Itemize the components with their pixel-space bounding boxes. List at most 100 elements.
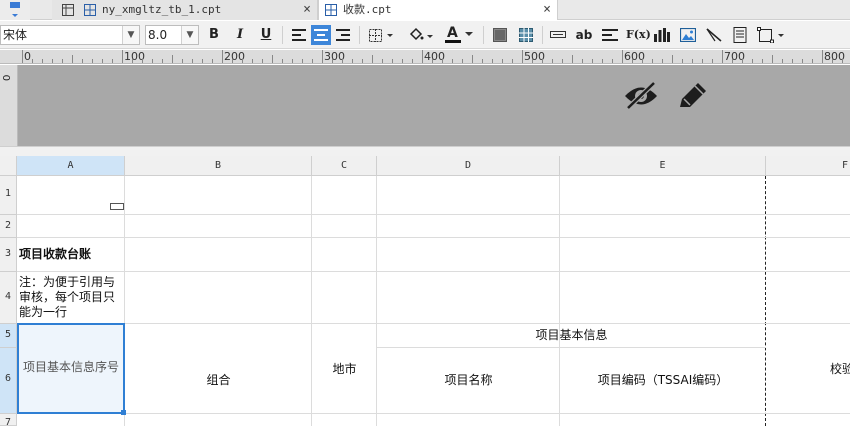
ruler-minor-tick bbox=[42, 59, 43, 63]
ruler-minor-tick bbox=[52, 59, 53, 63]
cell-e6[interactable]: 项目编码（TSSAI编码） bbox=[560, 373, 766, 388]
insert-text-button[interactable]: ab bbox=[574, 25, 594, 45]
align-left-icon bbox=[292, 29, 306, 41]
ruler-major-tick bbox=[222, 50, 223, 63]
border-button[interactable] bbox=[366, 25, 396, 45]
fill-color-button[interactable] bbox=[406, 25, 436, 45]
ruler-minor-tick bbox=[512, 59, 513, 63]
ruler-minor-tick bbox=[152, 59, 153, 63]
document-icon bbox=[733, 27, 747, 43]
ruler-minor-tick bbox=[462, 59, 463, 63]
cell-a4[interactable]: 注：为便于引用与审核，每个项目只能为一行 bbox=[19, 275, 124, 320]
cell-c5[interactable]: 地市 bbox=[312, 362, 377, 377]
ruler-minor-tick bbox=[792, 59, 793, 63]
ruler-minor-tick bbox=[292, 59, 293, 63]
cell-style-button[interactable] bbox=[490, 25, 510, 45]
column-header-e[interactable]: E bbox=[560, 156, 766, 176]
row-header-6[interactable]: 6 bbox=[0, 348, 17, 414]
column-header-a[interactable]: A bbox=[17, 156, 125, 176]
row-header-5[interactable]: 5 bbox=[0, 324, 17, 348]
underline-button[interactable]: U bbox=[256, 25, 276, 45]
select-all-corner[interactable] bbox=[0, 156, 17, 176]
insert-image-button[interactable] bbox=[678, 25, 698, 45]
format-toolbar: 宋体 ▼ 8.0 ▼ B I U A ab F(x) bbox=[0, 21, 850, 49]
font-size-select[interactable]: 8.0 ▼ bbox=[145, 25, 199, 45]
align-left-button[interactable] bbox=[289, 25, 309, 45]
hide-eye-icon[interactable] bbox=[623, 81, 659, 111]
ruler-major-tick bbox=[522, 50, 523, 63]
tab-file-1[interactable]: ny_xmgltz_tb_1.cpt × bbox=[52, 0, 318, 20]
ruler-minor-tick bbox=[452, 59, 453, 63]
vertical-ruler-label: 0 bbox=[2, 74, 13, 81]
ruler-minor-tick bbox=[242, 59, 243, 63]
ruler-minor-tick bbox=[192, 59, 193, 63]
cell-f6[interactable]: 校验 bbox=[830, 362, 850, 377]
ruler-minor-tick bbox=[32, 59, 33, 63]
grid-icon bbox=[62, 4, 74, 16]
ruler-minor-tick bbox=[632, 59, 633, 63]
font-family-select[interactable]: 宋体 ▼ bbox=[0, 25, 140, 45]
ruler-minor-tick bbox=[542, 59, 543, 63]
insert-slash-button[interactable] bbox=[704, 25, 724, 45]
table-icon bbox=[519, 28, 533, 42]
ruler-minor-tick bbox=[802, 59, 803, 63]
ruler-minor-tick bbox=[372, 55, 373, 63]
template-icon bbox=[84, 4, 96, 16]
align-right-button[interactable] bbox=[333, 25, 353, 45]
ruler-minor-tick bbox=[702, 59, 703, 63]
column-header-d[interactable]: D bbox=[377, 156, 560, 176]
insert-rich-text-button[interactable] bbox=[600, 25, 620, 45]
new-file-dropdown[interactable] bbox=[0, 0, 30, 20]
bold-button[interactable]: B bbox=[204, 25, 224, 45]
ruler-minor-tick bbox=[412, 59, 413, 63]
ruler-minor-tick bbox=[142, 59, 143, 63]
row-header-4[interactable]: 4 bbox=[0, 272, 17, 324]
ruler-minor-tick bbox=[92, 59, 93, 63]
frame-button[interactable] bbox=[756, 25, 786, 45]
ruler-minor-tick bbox=[812, 59, 813, 63]
align-center-button[interactable] bbox=[311, 25, 331, 45]
ruler-minor-tick bbox=[262, 59, 263, 63]
column-header-f[interactable]: F bbox=[766, 156, 850, 176]
ruler-minor-tick bbox=[392, 59, 393, 63]
text-color-button[interactable]: A bbox=[443, 25, 477, 45]
ruler-minor-tick bbox=[832, 59, 833, 63]
ruler-minor-tick bbox=[282, 59, 283, 63]
report-header-area bbox=[0, 65, 850, 146]
insert-cell-button[interactable] bbox=[548, 25, 568, 45]
ruler-minor-tick bbox=[332, 59, 333, 63]
ruler-minor-tick bbox=[712, 59, 713, 63]
cell-a5-label: 项目基本信息序号 bbox=[22, 360, 119, 374]
ruler-minor-tick bbox=[552, 59, 553, 63]
cell-widget-icon[interactable] bbox=[110, 203, 124, 210]
cell-a3[interactable]: 项目收款台账 bbox=[19, 247, 123, 262]
tab-file-2[interactable]: 收款.cpt × bbox=[318, 0, 558, 20]
close-icon[interactable]: × bbox=[543, 0, 551, 20]
tab-bar: ny_xmgltz_tb_1.cpt × 收款.cpt × bbox=[0, 0, 850, 20]
selection-handle[interactable] bbox=[121, 410, 126, 415]
insert-chart-button[interactable] bbox=[652, 25, 672, 45]
ruler-minor-tick bbox=[492, 59, 493, 63]
ruler-minor-tick bbox=[162, 59, 163, 63]
align-right-icon bbox=[336, 29, 350, 41]
row-header-3[interactable]: 3 bbox=[0, 238, 17, 272]
cell-d5[interactable]: 项目基本信息 bbox=[377, 328, 766, 343]
align-center-icon bbox=[314, 29, 328, 41]
paint-bucket-icon bbox=[409, 27, 433, 41]
cell-b6[interactable]: 组合 bbox=[125, 373, 312, 388]
new-file-icon bbox=[10, 2, 20, 17]
ruler-major-tick bbox=[422, 50, 423, 63]
italic-button[interactable]: I bbox=[230, 25, 250, 45]
row-header-1[interactable]: 1 bbox=[0, 176, 17, 215]
close-icon[interactable]: × bbox=[303, 0, 311, 20]
table-button[interactable] bbox=[516, 25, 536, 45]
row-header-7[interactable]: 7 bbox=[0, 414, 17, 428]
insert-subreport-button[interactable] bbox=[730, 25, 750, 45]
column-header-b[interactable]: B bbox=[125, 156, 312, 176]
edit-pencil-icon[interactable] bbox=[676, 81, 708, 111]
row-header-2[interactable]: 2 bbox=[0, 215, 17, 238]
ruler-minor-tick bbox=[752, 59, 753, 63]
insert-formula-button[interactable]: F(x) bbox=[626, 25, 651, 45]
column-header-c[interactable]: C bbox=[312, 156, 377, 176]
cell-d6[interactable]: 项目名称 bbox=[377, 373, 560, 388]
